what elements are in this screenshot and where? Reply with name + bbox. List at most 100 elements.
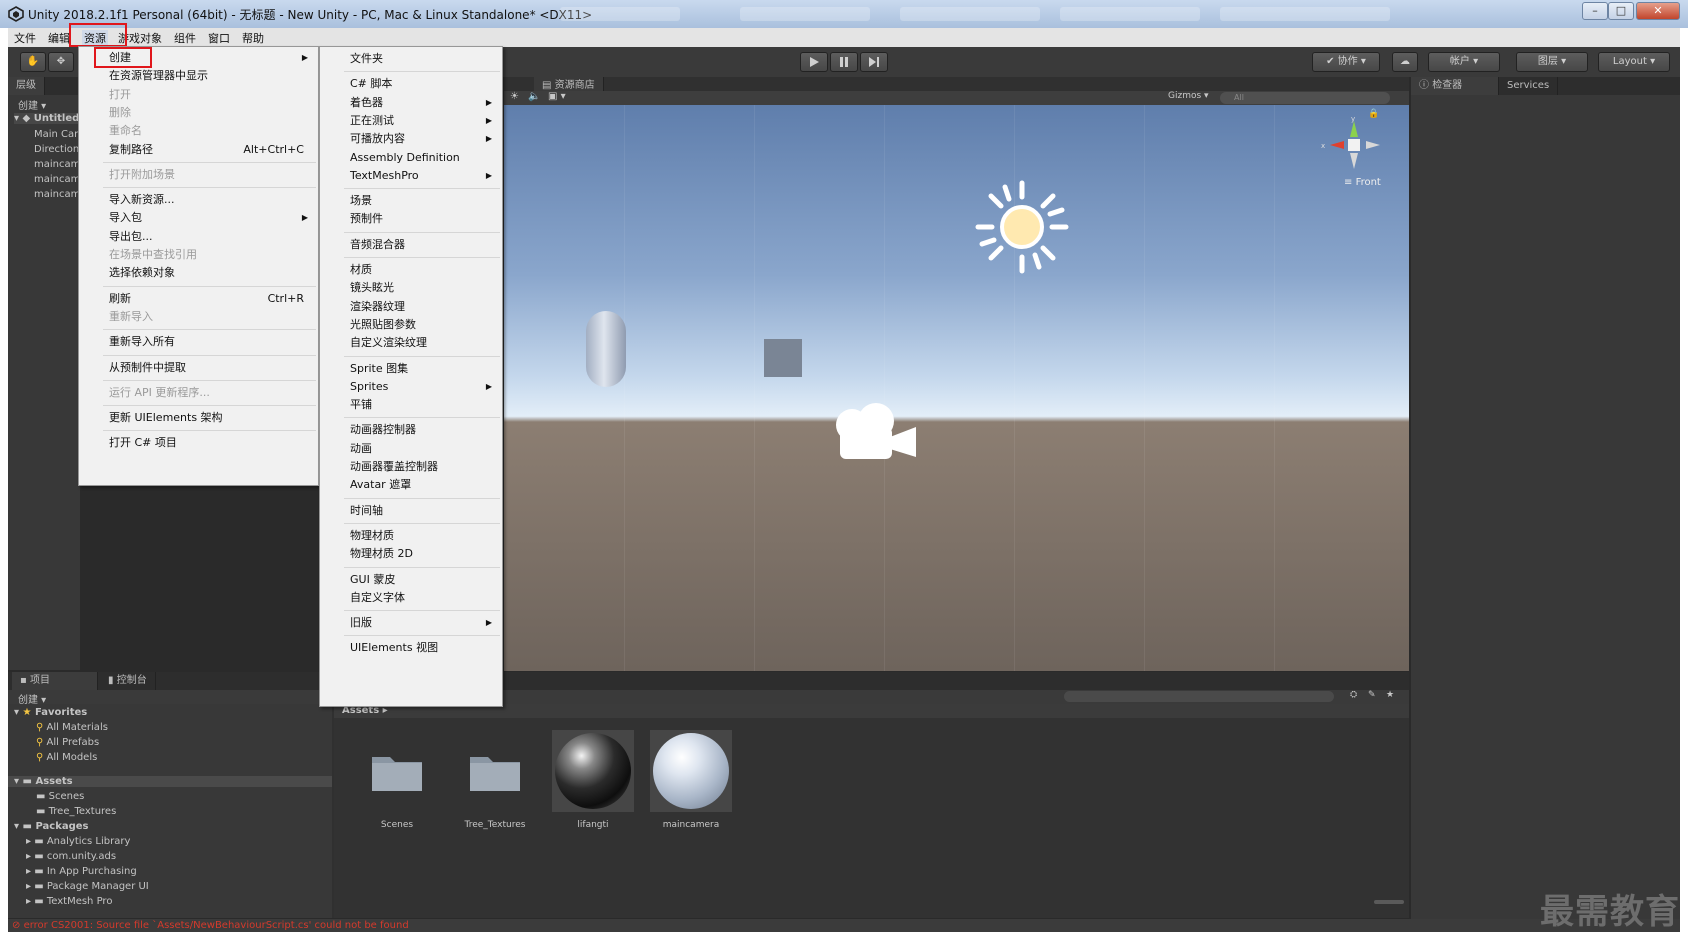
favorite-item[interactable]: ⚲ All Materials <box>36 722 108 733</box>
create-menu-item[interactable]: 可播放内容 ▶ <box>320 130 502 148</box>
create-menu-item[interactable]: TextMeshPro ▶ <box>320 167 502 185</box>
create-menu-item[interactable]: 物理材质 <box>320 527 502 545</box>
assets-menu-item[interactable]: 在资源管理器中显示 <box>79 67 318 85</box>
cloud-button[interactable]: ☁ <box>1392 52 1418 72</box>
scene-root[interactable]: ▾ ◆ Untitled <box>14 113 80 124</box>
assets-menu-item[interactable]: 打开 C# 项目 <box>79 434 318 452</box>
project-search-input[interactable] <box>1064 691 1334 702</box>
hierarchy-item[interactable]: Direction <box>34 144 79 155</box>
create-menu-item[interactable]: 时间轴 <box>320 502 502 520</box>
create-menu-item[interactable]: 动画器控制器 <box>320 421 502 439</box>
favorites-header[interactable]: ▾ ★ Favorites <box>14 707 87 718</box>
view-orientation-label[interactable]: ≡ Front <box>1344 177 1381 188</box>
package-item[interactable]: ▸ ▬ In App Purchasing <box>26 866 137 877</box>
audio-toggle-icon[interactable]: 🔈 <box>528 91 540 102</box>
tab-console[interactable]: ▮ 控制台 <box>100 672 156 690</box>
asset-tile-scenes[interactable]: Scenes <box>352 730 442 830</box>
create-menu-item[interactable]: 旧版 ▶ <box>320 614 502 632</box>
menu-window[interactable]: 窗口 <box>208 30 230 46</box>
tab-inspector[interactable]: ⓘ 检查器 <box>1411 77 1499 95</box>
thumbnail-size-slider[interactable] <box>1374 900 1404 904</box>
create-menu-item[interactable]: Assembly Definition <box>320 149 502 167</box>
create-menu-item[interactable]: UIElements 视图 <box>320 639 502 657</box>
hand-tool-button[interactable]: ✋ <box>20 52 46 72</box>
move-tool-button[interactable]: ✥ <box>48 52 74 72</box>
create-menu-item[interactable]: 正在测试 ▶ <box>320 112 502 130</box>
favorite-star-icon[interactable]: ★ <box>1386 690 1394 700</box>
status-bar[interactable]: ⊘ error CS2001: Source file `Assets/NewB… <box>8 919 1680 932</box>
tab-services[interactable]: Services <box>1499 77 1559 95</box>
pause-button[interactable] <box>830 52 858 72</box>
asset-folder-item[interactable]: ▬ Tree_Textures <box>36 806 116 817</box>
assets-menu-item[interactable]: 复制路径 Alt+Ctrl+C <box>79 141 318 159</box>
create-menu-item[interactable]: 自定义渲染纹理 <box>320 334 502 352</box>
assets-menu-item[interactable]: 从预制件中提取 <box>79 359 318 377</box>
orientation-gizmo[interactable]: y x <box>1318 115 1390 175</box>
menu-edit[interactable]: 编辑 <box>48 30 70 46</box>
create-menu-item[interactable]: GUI 蒙皮 <box>320 571 502 589</box>
hierarchy-create-button[interactable]: 创建 ▾ <box>18 97 46 112</box>
step-button[interactable] <box>860 52 888 72</box>
hierarchy-item[interactable]: maincam <box>34 159 80 170</box>
assets-menu-item[interactable]: 更新 UIElements 架构 <box>79 409 318 427</box>
hierarchy-item[interactable]: Main Car <box>34 129 78 140</box>
scene-viewport[interactable]: y x 🔒 ≡ Front <box>504 105 1409 671</box>
favorite-item[interactable]: ⚲ All Prefabs <box>36 737 99 748</box>
cube-object[interactable] <box>764 339 802 377</box>
create-menu-item[interactable]: 音频混合器 <box>320 236 502 254</box>
assets-folder[interactable]: ▾ ▬ Assets <box>8 776 332 787</box>
create-menu-item[interactable]: 预制件 <box>320 210 502 228</box>
menu-component[interactable]: 组件 <box>174 30 196 46</box>
assets-menu-item[interactable]: 刷新 Ctrl+R <box>79 290 318 308</box>
create-menu-item[interactable]: 镜头眩光 <box>320 279 502 297</box>
create-menu-item[interactable]: 物理材质 2D <box>320 545 502 563</box>
package-item[interactable]: ▸ ▬ com.unity.ads <box>26 851 116 862</box>
lock-icon[interactable]: 🔒 <box>1368 109 1379 119</box>
asset-folder-item[interactable]: ▬ Scenes <box>36 791 84 802</box>
tab-project[interactable]: ▪ 项目 <box>12 672 98 690</box>
create-menu-item[interactable]: 文件夹 <box>320 50 502 68</box>
assets-menu-item[interactable]: 选择依赖对象 <box>79 264 318 282</box>
filter-type-icon[interactable]: ⛭ <box>1350 690 1357 700</box>
collab-dropdown[interactable]: ✔ 协作 ▾ <box>1312 52 1380 72</box>
account-dropdown[interactable]: 帐户 ▾ <box>1428 52 1500 72</box>
create-menu-item[interactable]: 动画 <box>320 440 502 458</box>
layout-dropdown[interactable]: Layout ▾ <box>1598 52 1670 72</box>
create-menu-item[interactable]: 平铺 <box>320 396 502 414</box>
asset-tile-maincamera[interactable]: maincamera <box>646 730 736 830</box>
gizmos-dropdown[interactable]: Gizmos ▾ <box>1168 91 1209 101</box>
create-menu-item[interactable]: 材质 <box>320 261 502 279</box>
tab-hierarchy[interactable]: 层级 <box>8 77 45 95</box>
sun-toggle-icon[interactable]: ☀ <box>510 91 519 102</box>
create-menu-item[interactable]: 自定义字体 <box>320 589 502 607</box>
camera-gizmo-icon[interactable] <box>826 401 922 465</box>
assets-menu-item[interactable]: 导入新资源... <box>79 191 318 209</box>
create-menu-item[interactable]: Sprites ▶ <box>320 378 502 396</box>
menu-help[interactable]: 帮助 <box>242 30 264 46</box>
assets-menu-item[interactable]: 导出包... <box>79 228 318 246</box>
maximize-button[interactable]: □ <box>1608 2 1634 20</box>
create-menu-item[interactable]: 动画器覆盖控制器 <box>320 458 502 476</box>
capsule-object[interactable] <box>586 311 626 387</box>
hierarchy-item[interactable]: maincam <box>34 174 80 185</box>
minimize-button[interactable]: – <box>1582 2 1608 20</box>
package-item[interactable]: ▸ ▬ Package Manager UI <box>26 881 149 892</box>
scene-search-input[interactable]: All <box>1220 92 1390 104</box>
layers-dropdown[interactable]: 图层 ▾ <box>1516 52 1588 72</box>
asset-tile-lifangti[interactable]: lifangti <box>548 730 638 830</box>
create-menu-item[interactable]: Sprite 图集 <box>320 360 502 378</box>
create-menu-item[interactable]: 着色器 ▶ <box>320 94 502 112</box>
package-item[interactable]: ▸ ▬ Analytics Library <box>26 836 130 847</box>
favorite-item[interactable]: ⚲ All Models <box>36 752 97 763</box>
create-menu-item[interactable]: 渲染器纹理 <box>320 298 502 316</box>
create-menu-item[interactable]: 光照贴图参数 <box>320 316 502 334</box>
assets-menu-item[interactable]: 重新导入所有 <box>79 333 318 351</box>
assets-menu-item[interactable]: 导入包 ▶ <box>79 209 318 227</box>
package-item[interactable]: ▸ ▬ TextMesh Pro <box>26 896 112 907</box>
menu-file[interactable]: 文件 <box>14 30 36 46</box>
play-button[interactable] <box>800 52 828 72</box>
hierarchy-item[interactable]: maincam <box>34 189 80 200</box>
packages-folder[interactable]: ▾ ▬ Packages <box>14 821 88 832</box>
directional-light-icon[interactable] <box>972 177 1072 277</box>
create-menu-item[interactable]: 场景 <box>320 192 502 210</box>
